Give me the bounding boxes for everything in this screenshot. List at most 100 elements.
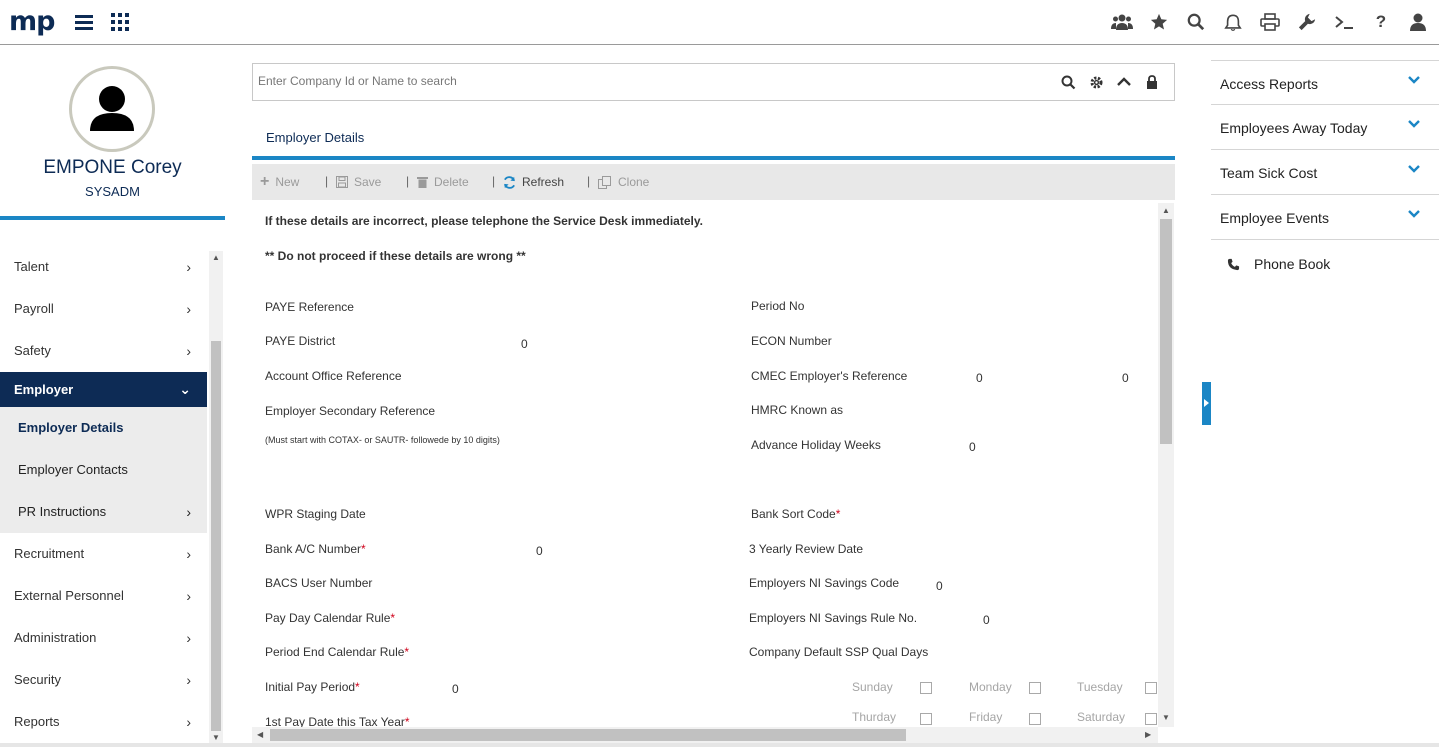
team-icon[interactable] (1110, 11, 1134, 33)
sunday-checkbox[interactable] (920, 682, 932, 694)
nav-label: Employer Contacts (18, 462, 128, 477)
form-vertical-scroll-thumb[interactable] (1160, 219, 1172, 444)
wrench-icon[interactable] (1295, 11, 1319, 33)
new-button[interactable]: + New (260, 173, 299, 191)
scroll-up-arrow-icon[interactable]: ▲ (1162, 206, 1170, 215)
toolbar-divider: | (325, 174, 329, 188)
star-icon[interactable] (1147, 11, 1171, 33)
panel-title: Employer Details (266, 130, 365, 145)
user-icon[interactable] (1406, 11, 1430, 33)
employee-events-accordion[interactable]: Employee Events (1211, 195, 1439, 240)
refresh-button[interactable]: Refresh (503, 173, 564, 191)
period-end-calendar-rule-label: Period End Calendar Rule* (265, 645, 409, 659)
sub-item-employer-details[interactable]: Employer Details (0, 407, 207, 449)
advance-holiday-weeks-label: Advance Holiday Weeks (751, 438, 881, 452)
nav-item-administration[interactable]: Administration › (0, 617, 207, 659)
initial-pay-period-value[interactable]: 0 (452, 682, 459, 696)
employees-away-today-accordion[interactable]: Employees Away Today (1211, 105, 1439, 150)
chevron-right-icon: › (186, 714, 191, 730)
required-marker: * (835, 507, 841, 521)
ni-savings-rule-value[interactable]: 0 (983, 613, 990, 627)
bank-ac-number-label: Bank A/C Number* (265, 542, 366, 556)
terminal-icon[interactable] (1332, 11, 1356, 33)
form-vertical-scrollbar[interactable]: ▲ ▼ (1158, 203, 1174, 727)
hamburger-menu-icon[interactable] (72, 10, 96, 34)
scroll-right-arrow-icon[interactable]: ▶ (1145, 730, 1151, 739)
monday-label: Monday (969, 680, 1012, 694)
floppy-disk-icon (336, 176, 348, 188)
clone-button[interactable]: Clone (598, 173, 649, 191)
search-icon[interactable] (1059, 73, 1077, 91)
form-horizontal-scrollbar[interactable]: ◀ ▶ (252, 727, 1158, 743)
right-panel: Access Reports Employees Away Today Team… (1211, 46, 1439, 747)
nav-label: Payroll (14, 301, 54, 316)
period-end-calendar-rule-text: Period End Calendar Rule (265, 645, 405, 659)
sub-item-employer-contacts[interactable]: Employer Contacts (0, 449, 207, 491)
apps-grid-icon[interactable] (108, 10, 132, 34)
delete-label: Delete (434, 175, 469, 189)
ni-savings-code-value[interactable]: 0 (936, 579, 943, 593)
bank-sort-code-label: Bank Sort Code* (751, 507, 840, 521)
three-yearly-review-date-label: 3 Yearly Review Date (749, 542, 864, 556)
bacs-user-number-label: BACS User Number (265, 576, 373, 590)
toolbar-divider: | (587, 174, 591, 188)
cmec-reference-value-1[interactable]: 0 (976, 371, 983, 385)
cmec-reference-value-2[interactable]: 0 (1122, 371, 1129, 385)
avatar[interactable] (69, 66, 155, 152)
scroll-down-arrow-icon[interactable]: ▼ (1162, 713, 1170, 722)
tuesday-checkbox[interactable] (1145, 682, 1157, 694)
nav-label: Talent (14, 259, 49, 274)
nav-item-payroll[interactable]: Payroll › (0, 288, 207, 330)
nav-label: Recruitment (14, 546, 85, 561)
nav-item-employer[interactable]: Employer ⌄ (0, 372, 207, 407)
saturday-checkbox[interactable] (1145, 713, 1157, 725)
help-icon[interactable]: ? (1369, 11, 1393, 33)
access-reports-accordion[interactable]: Access Reports (1211, 60, 1439, 105)
advance-holiday-weeks-value[interactable]: 0 (969, 440, 976, 454)
cmec-employer-reference-label: CMEC Employer's Reference (751, 369, 908, 383)
tuesday-label: Tuesday (1077, 680, 1123, 694)
scroll-up-arrow-icon[interactable]: ▲ (212, 253, 220, 262)
scroll-left-arrow-icon[interactable]: ◀ (257, 730, 263, 739)
nav-item-reports[interactable]: Reports › (0, 701, 207, 743)
plus-icon: + (260, 173, 270, 190)
app-logo[interactable]: mp (9, 8, 55, 36)
phone-book-label: Phone Book (1254, 256, 1331, 272)
nav-item-security[interactable]: Security › (0, 659, 207, 701)
thursday-checkbox[interactable] (920, 713, 932, 725)
right-panel-toggle[interactable] (1202, 382, 1211, 425)
scroll-down-arrow-icon[interactable]: ▼ (212, 733, 220, 742)
sidebar-scrollbar[interactable]: ▲ ▼ (209, 251, 223, 744)
nav-item-recruitment[interactable]: Recruitment › (0, 533, 207, 575)
company-search-input[interactable] (258, 74, 1038, 88)
print-icon[interactable] (1258, 11, 1282, 33)
paye-district-value[interactable]: 0 (521, 337, 528, 351)
employer-details-form: If these details are incorrect, please t… (252, 203, 1157, 727)
gear-icon[interactable] (1087, 73, 1105, 91)
copy-icon (598, 175, 611, 189)
nav-item-talent[interactable]: Talent › (0, 246, 207, 288)
bell-icon[interactable] (1221, 11, 1245, 33)
sub-item-pr-instructions[interactable]: PR Instructions › (0, 491, 207, 533)
monday-checkbox[interactable] (1029, 682, 1041, 694)
bank-ac-number-value[interactable]: 0 (536, 544, 543, 558)
friday-checkbox[interactable] (1029, 713, 1041, 725)
chevron-up-icon[interactable] (1115, 73, 1133, 91)
form-horizontal-scroll-thumb[interactable] (270, 729, 906, 741)
sunday-label: Sunday (852, 680, 893, 694)
lock-icon[interactable] (1143, 73, 1161, 91)
nav-item-external-personnel[interactable]: External Personnel › (0, 575, 207, 617)
nav-item-safety[interactable]: Safety › (0, 330, 207, 372)
nav-label: Employer Details (18, 420, 124, 435)
record-toolbar: + New | Save | Delete | Refresh | Clone (252, 164, 1175, 200)
save-button[interactable]: Save (336, 173, 381, 191)
sidebar-scroll-thumb[interactable] (211, 341, 221, 731)
phone-book-link[interactable]: Phone Book (1227, 256, 1330, 272)
search-icon[interactable] (1184, 11, 1208, 33)
trash-icon (417, 177, 428, 188)
user-profile: EMPONE Corey SYSADM (0, 46, 225, 220)
delete-button[interactable]: Delete (417, 173, 469, 191)
user-silhouette-icon (90, 86, 134, 131)
team-sick-cost-accordion[interactable]: Team Sick Cost (1211, 150, 1439, 195)
accordion-label: Team Sick Cost (1220, 165, 1318, 181)
